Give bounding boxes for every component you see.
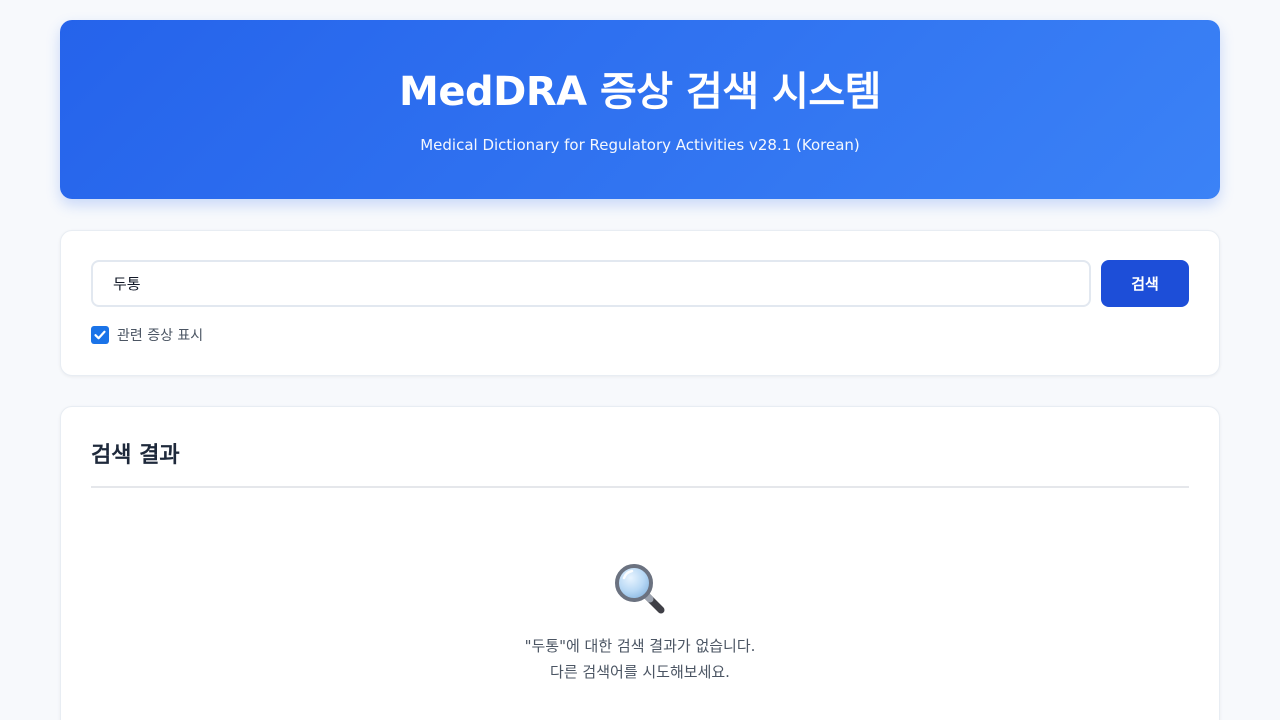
empty-message-line2: 다른 검색어를 시도해보세요. (550, 663, 730, 681)
related-symptoms-checkbox[interactable] (91, 326, 109, 344)
search-row: 검색 (91, 260, 1189, 307)
search-input[interactable] (91, 260, 1091, 307)
empty-message-line1: "두통"에 대한 검색 결과가 없습니다. (524, 637, 756, 655)
header-banner: MedDRA 증상 검색 시스템 Medical Dictionary for … (60, 20, 1220, 199)
search-panel: 검색 관련 증상 표시 (60, 230, 1220, 376)
related-symptoms-label: 관련 증상 표시 (117, 328, 204, 344)
search-button[interactable]: 검색 (1101, 260, 1189, 307)
empty-state: "두통"에 대한 검색 결과가 없습니다. 다른 검색어를 시도해보세요. (91, 561, 1189, 685)
magnifying-glass-icon (615, 564, 665, 614)
page-title: MedDRA 증상 검색 시스템 (399, 69, 881, 115)
results-panel: 검색 결과 "두통"에 대한 검색 결과가 없습니다. 다른 검색어를 시도해보… (60, 406, 1220, 720)
results-title: 검색 결과 (91, 439, 1189, 488)
page: MedDRA 증상 검색 시스템 Medical Dictionary for … (0, 0, 1280, 720)
page-subtitle: Medical Dictionary for Regulatory Activi… (420, 136, 860, 154)
checkmark-icon (94, 330, 106, 340)
related-symptoms-toggle[interactable]: 관련 증상 표시 (91, 325, 1189, 345)
